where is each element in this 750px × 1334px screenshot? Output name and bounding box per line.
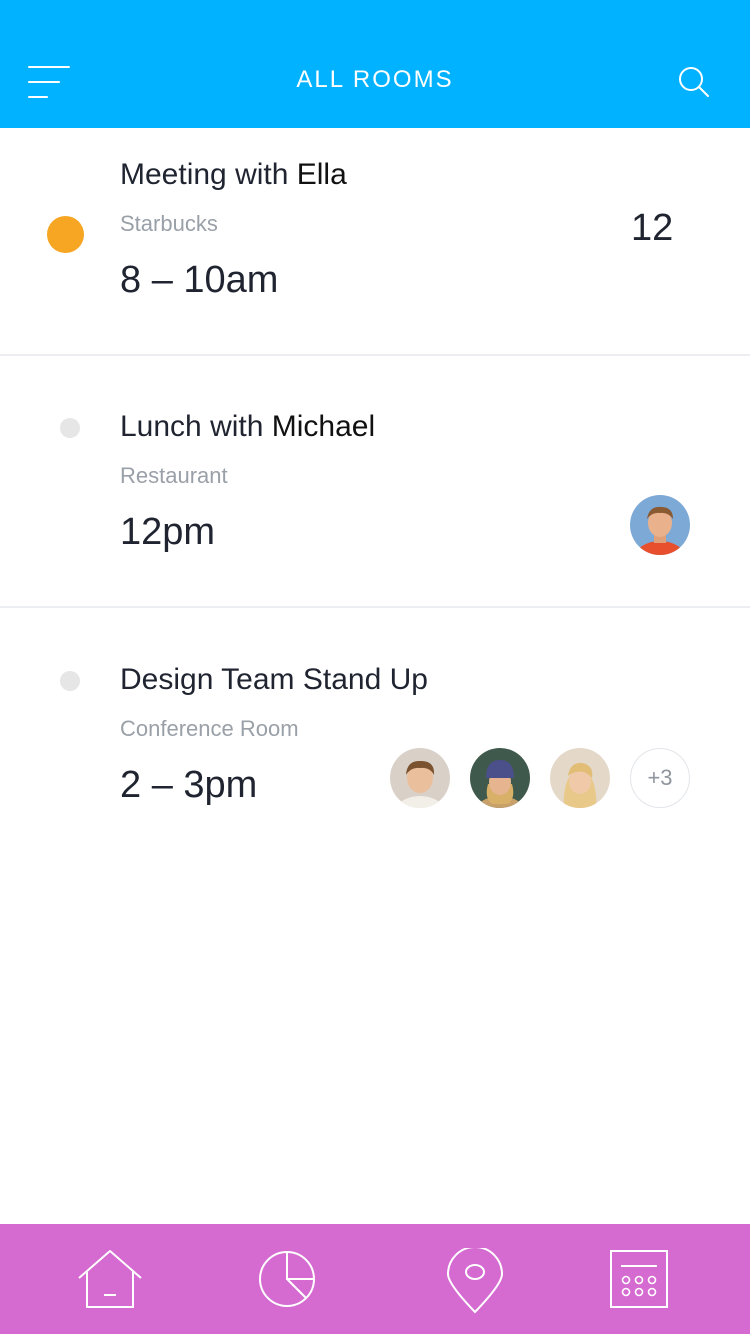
event-time: 12pm <box>120 511 216 553</box>
tab-location[interactable] <box>442 1246 508 1314</box>
app-header: ALL ROOMS <box>0 0 750 128</box>
active-event-indicator <box>47 216 84 253</box>
attendee-avatar[interactable] <box>470 748 530 808</box>
event-item-meeting-ella[interactable]: Meeting with Ella Starbucks 8 – 10am 12 <box>0 128 750 354</box>
search-icon <box>679 67 709 97</box>
tab-calendar[interactable] <box>608 1248 674 1314</box>
pie-chart-icon <box>259 1251 315 1307</box>
event-item-lunch-michael[interactable]: Lunch with Michael Restaurant 12pm <box>0 356 750 606</box>
home-icon <box>78 1250 142 1308</box>
event-time: 8 – 10am <box>120 259 279 301</box>
event-title: Lunch with Michael <box>120 410 376 443</box>
event-indicator <box>60 418 80 438</box>
attendee-avatar[interactable] <box>550 748 610 808</box>
event-location: Restaurant <box>120 463 228 488</box>
event-item-design-standup[interactable]: Design Team Stand Up Conference Room 2 –… <box>0 608 750 858</box>
menu-line <box>28 96 48 98</box>
attendee-avatar-michael[interactable] <box>630 495 690 555</box>
tab-home[interactable] <box>77 1248 143 1314</box>
location-pin-icon <box>446 1246 504 1314</box>
event-indicator <box>60 671 80 691</box>
event-title: Design Team Stand Up <box>120 663 428 696</box>
page-title: ALL ROOMS <box>296 66 454 93</box>
event-count: 12 <box>631 207 674 249</box>
more-attendees-badge[interactable]: +3 <box>630 748 690 808</box>
event-location: Conference Room <box>120 716 299 741</box>
search-button[interactable] <box>676 64 712 100</box>
bottom-tab-bar <box>0 1224 750 1334</box>
tab-stats[interactable] <box>254 1248 320 1314</box>
event-time: 2 – 3pm <box>120 764 258 806</box>
calendar-icon <box>610 1250 668 1308</box>
attendee-avatar[interactable] <box>390 748 450 808</box>
event-location: Starbucks <box>120 211 218 236</box>
event-title: Meeting with Ella <box>120 158 347 191</box>
